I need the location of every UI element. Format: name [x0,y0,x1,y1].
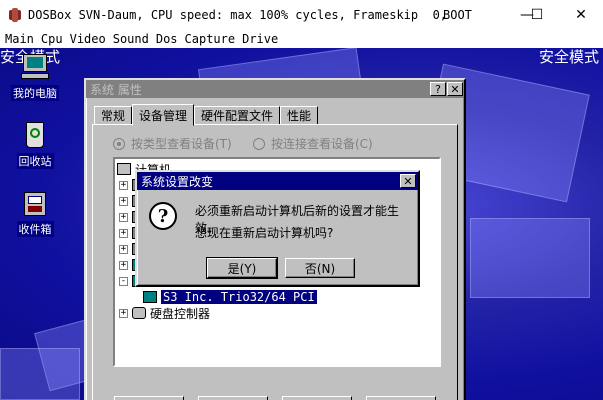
safe-mode-label-right: 安全模式 [539,48,600,66]
print-button[interactable] [366,396,436,400]
expand-icon: + [119,259,128,270]
help-button[interactable]: ? [430,82,446,96]
radio-view-by-type[interactable]: 按类型查看设备(T) [113,135,232,152]
restart-dialog-title: 系统设置改变 [141,174,214,189]
dialog-close-button[interactable]: ✕ [400,174,416,188]
close-icon[interactable]: ✕ [559,0,603,30]
yes-button[interactable]: 是(Y) [206,257,278,279]
window-title-boot: BOOT [443,8,472,22]
restart-dialog: 系统设置改变 ✕ ? 必须重新启动计算机后新的设置才能生效。 想现在重新启动计算… [135,170,420,287]
radio-label: 按连接查看设备(C) [271,137,373,151]
dosbox-app-icon [8,8,22,22]
radio-label: 按类型查看设备(T) [131,137,232,151]
wallpaper-shape [470,218,590,298]
display-adapter-icon [143,291,157,303]
expand-icon: + [119,227,128,238]
selected-device-label: S3 Inc. Trio32/64 PCI [161,290,317,304]
tab-device-manager[interactable]: 设备管理 [132,104,195,126]
collapse-icon: - [119,275,128,286]
menu-video[interactable]: Video [70,32,106,46]
refresh-button[interactable] [198,396,268,400]
desktop-icon-label: 回收站 [16,153,54,169]
radio-indicator [113,137,125,150]
question-icon: ? [149,202,177,230]
expand-icon: + [119,307,128,318]
menu-drive[interactable]: Drive [242,32,278,46]
window-title: DOSBox SVN-Daum, CPU speed: max 100% cyc… [28,8,448,22]
inbox-icon [19,188,51,218]
desktop-icon-recycle-bin[interactable]: 回收站 [0,120,70,169]
tree-node-label: 硬盘控制器 [150,306,211,321]
my-computer-icon [19,52,51,82]
tab-general[interactable]: 常规 [94,106,133,125]
host-title-bar: DOSBox SVN-Daum, CPU speed: max 100% cyc… [0,0,603,30]
properties-button[interactable] [114,396,184,400]
tab-strip: 常规 设备管理 硬件配置文件 性能 [94,104,319,126]
hdd-controller-icon [132,307,146,319]
menu-cpu[interactable]: Cpu [41,32,63,46]
tab-performance[interactable]: 性能 [280,106,319,125]
tab-hardware-profiles[interactable]: 硬件配置文件 [194,106,281,125]
recycle-bin-icon [19,120,51,150]
desktop-icon-label: 我的电脑 [11,85,59,101]
menu-capture[interactable]: Capture [185,32,236,46]
tree-node-hdd-controller[interactable]: + 硬盘控制器 [119,305,210,321]
expand-icon: + [119,179,128,190]
computer-icon [117,163,131,175]
radio-view-by-connection[interactable]: 按连接查看设备(C) [253,135,373,152]
system-properties-title-bar: 系统 属性 [86,80,464,98]
menu-sound[interactable]: Sound [113,32,149,46]
remove-button[interactable] [282,396,352,400]
desktop-icon-my-computer[interactable]: 我的电脑 [0,52,70,101]
menu-main[interactable]: Main [5,32,34,46]
desktop-icon-inbox[interactable]: 收件箱 [0,188,70,237]
system-properties-title: 系统 属性 [90,82,142,97]
no-button[interactable]: 否(N) [285,258,355,278]
maximize-icon[interactable]: ☐ [515,0,559,30]
wallpaper-shape [0,348,80,400]
restart-dialog-title-bar: 系统设置改变 [137,172,418,190]
menu-dos[interactable]: Dos [156,32,178,46]
close-button[interactable]: ✕ [447,82,463,96]
expand-icon: + [119,195,128,206]
restart-message-line2: 想现在重新启动计算机吗? [195,226,334,240]
expand-icon: + [119,243,128,254]
host-menu-bar: Main Cpu Video Sound Dos Capture Drive [0,30,603,48]
expand-icon: + [119,211,128,222]
tree-node-selected-device[interactable]: S3 Inc. Trio32/64 PCI [143,289,317,305]
emulated-desktop: 安全模式 安全模式 我的电脑 回收站 收件箱 系统 属性 ? ✕ [0,48,603,400]
radio-indicator [253,137,265,150]
desktop-icon-label: 收件箱 [16,221,54,237]
